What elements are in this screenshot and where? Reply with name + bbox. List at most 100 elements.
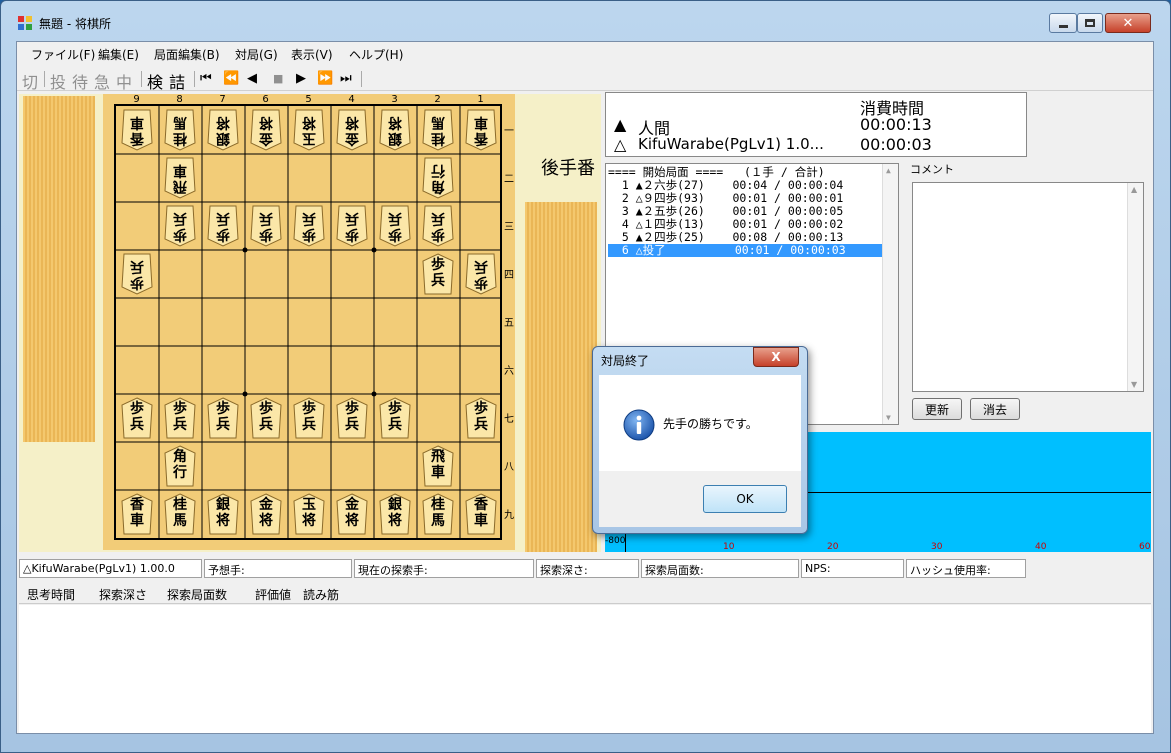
close-icon: X bbox=[771, 350, 781, 364]
rewind-icon[interactable]: ⏪ bbox=[223, 71, 239, 86]
shogi-piece[interactable]: 歩兵 bbox=[121, 253, 153, 295]
shogi-piece[interactable]: 歩兵 bbox=[379, 397, 411, 439]
shogi-piece[interactable]: 歩兵 bbox=[250, 397, 282, 439]
shogi-piece[interactable]: 桂馬 bbox=[164, 109, 196, 151]
piece-label: 金将 bbox=[259, 114, 273, 146]
tool-hurry[interactable]: 急 bbox=[94, 69, 110, 93]
shogi-piece[interactable]: 歩兵 bbox=[336, 397, 368, 439]
tool-mate[interactable]: 詰 bbox=[169, 69, 185, 93]
scroll-down-icon[interactable]: ▼ bbox=[886, 413, 891, 422]
shogi-piece[interactable]: 香車 bbox=[121, 493, 153, 535]
graph-tick-40: 40 bbox=[1035, 542, 1047, 552]
shogi-piece[interactable]: 角行 bbox=[422, 157, 454, 199]
shogi-piece[interactable]: 飛車 bbox=[164, 157, 196, 199]
time-panel: 消費時間 ▲ 人間 00:00:13 △ KifuWarabe(PgLv1) 1… bbox=[605, 92, 1027, 157]
ok-button[interactable]: OK bbox=[703, 485, 787, 513]
col-eval[interactable]: 評価値 bbox=[255, 586, 291, 603]
shogi-board[interactable]: 987654321 一二三四五六七八九 香車桂馬銀将金将玉将金将銀将桂馬香車飛車… bbox=[103, 94, 515, 550]
shogi-piece[interactable]: 歩兵 bbox=[164, 205, 196, 247]
shogi-piece[interactable]: 歩兵 bbox=[422, 205, 454, 247]
stop-icon[interactable]: ■ bbox=[273, 72, 283, 85]
title-bar[interactable]: 無題 - 将棋所 ✕ bbox=[1, 1, 1170, 35]
shogi-piece[interactable]: 銀将 bbox=[207, 109, 239, 151]
comment-textarea[interactable]: ▲ ▼ bbox=[912, 182, 1144, 392]
kifu-scrollbar[interactable]: ▲ ▼ bbox=[882, 164, 898, 424]
shogi-piece[interactable]: 金将 bbox=[250, 109, 282, 151]
think-list[interactable] bbox=[19, 605, 1151, 733]
shogi-piece[interactable]: 歩兵 bbox=[207, 397, 239, 439]
sente-piece-stand[interactable] bbox=[525, 202, 597, 552]
last-move-icon[interactable]: ⏭ bbox=[340, 71, 352, 86]
dialog-close-button[interactable]: X bbox=[753, 347, 799, 367]
shogi-piece[interactable]: 銀将 bbox=[379, 493, 411, 535]
menu-help[interactable]: ヘルプ(H) bbox=[349, 46, 403, 63]
shogi-piece[interactable]: 歩兵 bbox=[422, 253, 454, 295]
fast-forward-icon[interactable]: ⏩ bbox=[317, 71, 333, 86]
shogi-piece[interactable]: 飛車 bbox=[422, 445, 454, 487]
shogi-piece[interactable]: 桂馬 bbox=[422, 109, 454, 151]
col-nodes[interactable]: 探索局面数 bbox=[167, 586, 227, 603]
shogi-piece[interactable]: 角行 bbox=[164, 445, 196, 487]
kifu-move-6[interactable]: 6 △投了 00:01 / 00:00:03 bbox=[608, 244, 883, 257]
row-number: 二 bbox=[504, 174, 514, 185]
col-pv[interactable]: 読み筋 bbox=[303, 586, 339, 603]
shogi-piece[interactable]: 銀将 bbox=[379, 109, 411, 151]
graph-tick-30: 30 bbox=[931, 542, 943, 552]
shogi-piece[interactable]: 歩兵 bbox=[336, 205, 368, 247]
shogi-piece[interactable]: 歩兵 bbox=[465, 397, 497, 439]
menu-game[interactable]: 対局(G) bbox=[235, 46, 278, 63]
row-number: 八 bbox=[504, 462, 514, 473]
menu-edit[interactable]: 編集(E) bbox=[98, 46, 139, 63]
shogi-piece[interactable]: 歩兵 bbox=[379, 205, 411, 247]
shogi-piece[interactable]: 玉将 bbox=[293, 109, 325, 151]
piece-label: 飛車 bbox=[173, 162, 187, 194]
tool-undo[interactable]: 待 bbox=[72, 69, 88, 93]
tool-stop[interactable]: 中 bbox=[116, 69, 132, 93]
comment-clear-button[interactable]: 消去 bbox=[970, 398, 1020, 420]
status-hash: ハッシュ使用率: bbox=[906, 559, 1026, 578]
menu-file[interactable]: ファイル(F) bbox=[31, 46, 95, 63]
shogi-piece[interactable]: 金将 bbox=[336, 109, 368, 151]
shogi-piece[interactable]: 桂馬 bbox=[164, 493, 196, 535]
prev-move-icon[interactable]: ◀ bbox=[247, 71, 257, 86]
menu-view[interactable]: 表示(V) bbox=[291, 46, 333, 63]
close-button[interactable]: ✕ bbox=[1105, 13, 1151, 33]
tool-analyze[interactable]: 検 bbox=[147, 69, 163, 93]
tool-cut[interactable]: 切 bbox=[22, 69, 38, 93]
shogi-piece[interactable]: 玉将 bbox=[293, 493, 325, 535]
shogi-piece[interactable]: 香車 bbox=[465, 109, 497, 151]
maximize-button[interactable] bbox=[1077, 13, 1103, 33]
menu-position-edit[interactable]: 局面編集(B) bbox=[154, 46, 220, 63]
shogi-piece[interactable]: 歩兵 bbox=[465, 253, 497, 295]
row-number: 一 bbox=[504, 126, 514, 137]
comment-scrollbar[interactable]: ▲ ▼ bbox=[1127, 183, 1143, 391]
shogi-piece[interactable]: 金将 bbox=[336, 493, 368, 535]
shogi-piece[interactable]: 金将 bbox=[250, 493, 282, 535]
shogi-piece[interactable]: 桂馬 bbox=[422, 493, 454, 535]
piece-label: 桂馬 bbox=[173, 497, 187, 529]
comment-update-button[interactable]: 更新 bbox=[912, 398, 962, 420]
shogi-piece[interactable]: 歩兵 bbox=[293, 397, 325, 439]
shogi-piece[interactable]: 香車 bbox=[465, 493, 497, 535]
shogi-piece[interactable]: 歩兵 bbox=[121, 397, 153, 439]
scroll-down-icon[interactable]: ▼ bbox=[1131, 380, 1137, 389]
shogi-piece[interactable]: 銀将 bbox=[207, 493, 239, 535]
first-move-icon[interactable]: ⏮ bbox=[200, 71, 212, 86]
status-bar: △KifuWarabe(PgLv1) 1.00.0 予想手: 現在の探索手: 探… bbox=[19, 559, 1153, 579]
gote-piece-stand[interactable] bbox=[23, 96, 95, 442]
shogi-piece[interactable]: 歩兵 bbox=[250, 205, 282, 247]
shogi-piece[interactable]: 歩兵 bbox=[164, 397, 196, 439]
graph-tick-10: 10 bbox=[723, 542, 735, 552]
scroll-up-icon[interactable]: ▲ bbox=[1131, 185, 1137, 194]
scroll-up-icon[interactable]: ▲ bbox=[886, 166, 891, 175]
board-grid[interactable]: 香車桂馬銀将金将玉将金将銀将桂馬香車飛車角行歩兵歩兵歩兵歩兵歩兵歩兵歩兵歩兵歩兵… bbox=[114, 104, 502, 540]
shogi-piece[interactable]: 香車 bbox=[121, 109, 153, 151]
tool-resign[interactable]: 投 bbox=[50, 69, 66, 93]
piece-label: 歩兵 bbox=[345, 210, 359, 242]
shogi-piece[interactable]: 歩兵 bbox=[293, 205, 325, 247]
shogi-piece[interactable]: 歩兵 bbox=[207, 205, 239, 247]
col-depth[interactable]: 探索深さ bbox=[99, 586, 147, 603]
next-move-icon[interactable]: ▶ bbox=[296, 71, 306, 86]
minimize-button[interactable] bbox=[1049, 13, 1077, 33]
col-think-time[interactable]: 思考時間 bbox=[27, 586, 75, 603]
